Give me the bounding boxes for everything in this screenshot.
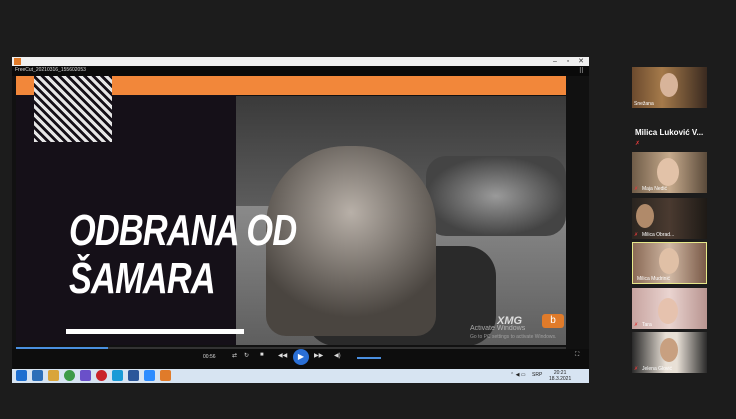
participant-tile-2[interactable]: ✗ Milica Obrad...	[632, 198, 707, 239]
file-manager-icon[interactable]	[48, 370, 59, 381]
participant-face	[660, 73, 678, 97]
zoom-icon[interactable]	[144, 370, 155, 381]
viber-icon[interactable]	[80, 370, 91, 381]
app-icon	[14, 58, 21, 65]
participant-face	[659, 248, 679, 274]
participant-tile-3[interactable]: Milica Mudrinić	[632, 242, 707, 284]
muted-mic-icon: ✗	[634, 186, 639, 192]
brand-mark: b	[542, 314, 564, 328]
participant-face	[658, 298, 678, 324]
maximize-button[interactable]: ▫	[562, 57, 574, 66]
window-titlebar: – ▫ ✕	[12, 57, 589, 66]
slide-title-line2: ŠAMARA	[69, 254, 216, 303]
muted-mic-icon: ✗	[634, 322, 639, 328]
stop-icon[interactable]: ■	[260, 352, 264, 358]
chrome-icon[interactable]	[64, 370, 75, 381]
muted-mic-icon: ✗	[634, 232, 639, 238]
photo-background-people	[426, 156, 566, 236]
fullscreen-icon[interactable]: ⛶	[575, 352, 579, 359]
grid-icon[interactable]: ⠿	[579, 67, 584, 75]
play-button[interactable]: ▶	[293, 349, 309, 365]
shuffle-icon[interactable]: ⇄	[232, 352, 237, 359]
participant-name: Snežana	[634, 101, 654, 107]
opera-icon[interactable]	[96, 370, 107, 381]
participant-name: Tara	[642, 322, 652, 328]
participant-name: Milica Obrad...	[642, 232, 675, 238]
tray-icons[interactable]: ⌃ ◀ ▭	[510, 372, 526, 378]
participant-tile-top[interactable]: Snežana	[632, 67, 707, 108]
participant-face	[660, 338, 678, 362]
muted-mic-icon: ✗	[635, 141, 641, 147]
video-filename: FreeCut_20210316_155602053	[15, 67, 86, 73]
word-icon[interactable]	[128, 370, 139, 381]
participant-name: Milica Mudrinić	[637, 276, 671, 282]
slide-title: ODBRANA OD ŠAMARA	[69, 206, 297, 303]
forward-icon[interactable]: ▶▶	[314, 352, 323, 359]
rewind-icon[interactable]: ◀◀	[278, 352, 287, 359]
tray-date: 18.3.2021	[549, 376, 572, 382]
start-icon[interactable]	[16, 370, 27, 381]
player-header	[12, 66, 589, 76]
explorer-icon[interactable]	[32, 370, 43, 381]
slide-hatch-pattern	[34, 76, 112, 142]
activate-windows-title: Activate Windows	[470, 325, 526, 332]
activate-windows-subtitle: Go to PC settings to activate Windows.	[470, 334, 557, 340]
player-app-icon[interactable]	[160, 370, 171, 381]
tray-language[interactable]: SRP	[532, 372, 542, 378]
participant-face	[657, 158, 679, 186]
participant-tile-5[interactable]: ✗ Jelena Glović	[632, 332, 707, 373]
participant-face	[636, 204, 654, 228]
participant-name: Jelena Glović	[642, 366, 673, 372]
volume-slider[interactable]	[357, 357, 381, 359]
minimize-button[interactable]: –	[549, 57, 561, 66]
active-speaker-name: Milica Luković V...	[635, 128, 704, 137]
playback-time: 00:56	[203, 354, 216, 360]
participant-tile-4[interactable]: ✗ Tara	[632, 288, 707, 329]
volume-icon[interactable]: ◀)	[334, 352, 341, 359]
shared-screen: – ▫ ✕ FreeCut_20210316_155602053 ⠿ ODBRA…	[12, 57, 589, 383]
skype-icon[interactable]	[112, 370, 123, 381]
slide-title-underline	[66, 329, 244, 334]
repeat-icon[interactable]: ↻	[244, 352, 249, 359]
tray-clock[interactable]: 20:21 18.3.2021	[549, 370, 571, 382]
close-button[interactable]: ✕	[575, 57, 587, 66]
slide-title-line1: ODBRANA OD	[69, 206, 297, 255]
participant-tile-1[interactable]: ✗ Maja Nedić	[632, 152, 707, 193]
participant-name: Maja Nedić	[642, 186, 668, 192]
muted-mic-icon: ✗	[634, 366, 639, 372]
